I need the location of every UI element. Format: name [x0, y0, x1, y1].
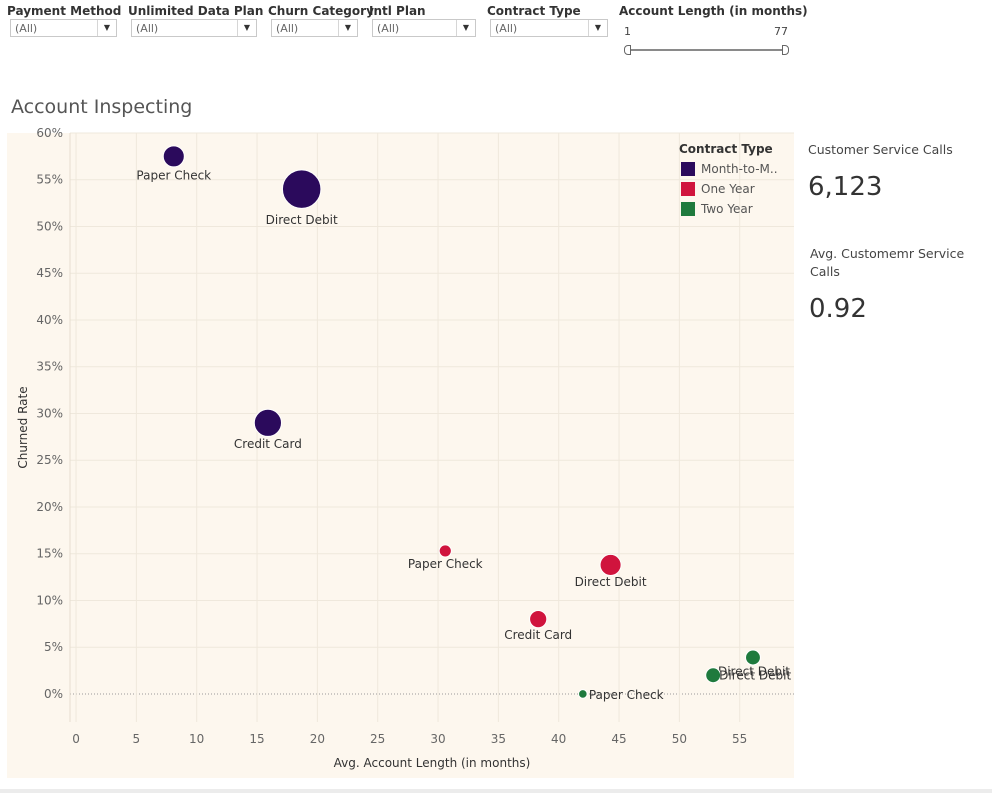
data-label: Direct Debit — [575, 575, 647, 589]
x-tick-label: 20 — [310, 732, 325, 746]
x-tick-label: 40 — [551, 732, 566, 746]
y-tick-label: 30% — [36, 406, 63, 420]
x-tick-label: 0 — [72, 732, 80, 746]
x-tick-label: 35 — [491, 732, 506, 746]
data-point — [578, 689, 588, 699]
y-tick-label: 60% — [36, 126, 63, 140]
customer-service-calls-label: Customer Service Calls — [808, 142, 953, 157]
legend-label: Two Year — [701, 202, 753, 216]
y-axis-label: Churned Rate — [16, 386, 30, 468]
legend-label: One Year — [701, 182, 755, 196]
x-axis-label: Avg. Account Length (in months) — [334, 756, 531, 770]
y-tick-label: 50% — [36, 219, 63, 233]
data-label: Direct Debit — [719, 668, 791, 682]
y-tick-label: 5% — [44, 640, 63, 654]
bottom-scrollbar — [0, 789, 992, 793]
data-point — [599, 553, 622, 576]
data-label: Direct Debit — [266, 213, 338, 227]
customer-service-calls-value: 6,123 — [808, 172, 883, 202]
chart-legend: Contract Type Month-to-M.. One Year Two … — [679, 142, 778, 216]
y-tick-label: 40% — [36, 313, 63, 327]
data-point — [162, 145, 185, 168]
y-tick-label: 45% — [36, 266, 63, 280]
legend-title: Contract Type — [679, 142, 773, 156]
y-tick-label: 10% — [36, 593, 63, 607]
y-tick-label: 55% — [36, 173, 63, 187]
data-point — [253, 408, 282, 437]
data-label: Paper Check — [408, 557, 483, 571]
legend-swatch — [681, 162, 695, 176]
avg-service-calls-value: 0.92 — [809, 294, 867, 324]
x-tick-label: 45 — [611, 732, 626, 746]
scatter-chart: 0% 5% 10% 15% 20% 25% 30% 35% 40% 45% 50% 55% 60% 0 5 1… — [16, 126, 794, 770]
data-point — [281, 169, 322, 209]
x-tick-label: 10 — [189, 732, 204, 746]
y-tick-label: 15% — [36, 547, 63, 561]
y-tick-label: 25% — [36, 453, 63, 467]
legend-item-month-to-month[interactable]: Month-to-M.. — [681, 162, 778, 176]
avg-service-calls-label: Avg. Customemr Service Calls — [810, 246, 965, 279]
x-tick-label: 5 — [133, 732, 141, 746]
x-tick-label: 30 — [430, 732, 445, 746]
data-point — [438, 544, 452, 558]
data-point — [529, 610, 548, 629]
legend-swatch — [681, 202, 695, 216]
x-tick-label: 15 — [249, 732, 264, 746]
x-tick-label: 25 — [370, 732, 385, 746]
y-tick-label: 20% — [36, 500, 63, 514]
y-tick-label: 0% — [44, 687, 63, 701]
legend-item-two-year[interactable]: Two Year — [681, 202, 753, 216]
data-label: Credit Card — [234, 437, 302, 451]
y-tick-label: 35% — [36, 360, 63, 374]
data-label: Paper Check — [136, 168, 211, 182]
legend-item-one-year[interactable]: One Year — [681, 182, 755, 196]
x-tick-label: 55 — [732, 732, 747, 746]
data-label: Credit Card — [504, 628, 572, 642]
x-tick-label: 50 — [672, 732, 687, 746]
data-label: Paper Check — [589, 688, 664, 702]
data-point — [745, 649, 761, 666]
legend-label: Month-to-M.. — [701, 162, 778, 176]
legend-swatch — [681, 182, 695, 196]
